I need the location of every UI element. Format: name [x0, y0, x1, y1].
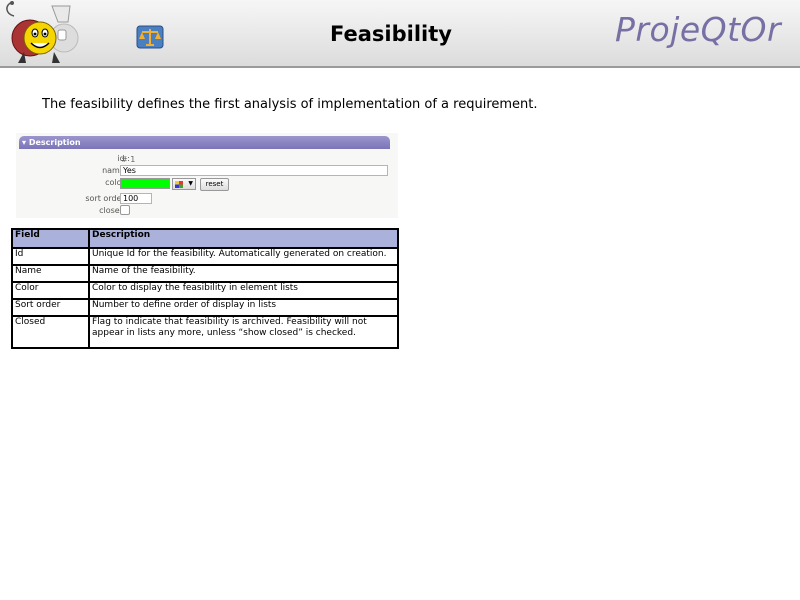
color-picker-button[interactable]: ▼: [172, 178, 196, 190]
sort-order-input[interactable]: 100: [120, 193, 152, 204]
page-header: Feasibility ProjeQtOr: [0, 0, 800, 68]
color-swatch[interactable]: [120, 178, 170, 189]
column-header-description: Description: [88, 228, 399, 249]
field-cell: Closed: [11, 315, 90, 349]
form-labels: id : name : color : sort order : closed …: [16, 133, 130, 218]
field-description-table: Field Description Id Unique Id for the f…: [11, 228, 399, 349]
chevron-down-icon: ▼: [188, 180, 193, 187]
intro-text: The feasibility defines the first analys…: [42, 97, 538, 112]
description-cell: Number to define order of display in lis…: [88, 298, 399, 317]
description-cell: Unique Id for the feasibility. Automatic…: [88, 247, 399, 266]
description-cell: Name of the feasibility.: [88, 264, 399, 283]
id-value: # 1: [121, 155, 136, 164]
reset-button[interactable]: reset: [200, 178, 229, 191]
field-cell: Id: [11, 247, 90, 266]
description-form: ▾ Description id : name : color : sort o…: [16, 133, 398, 218]
table-row: Closed Flag to indicate that feasibility…: [11, 315, 399, 349]
brand-logo-text: ProjeQtOr: [615, 10, 782, 49]
palette-icon: [175, 181, 183, 188]
column-header-field: Field: [11, 228, 90, 249]
field-cell: Color: [11, 281, 90, 300]
name-input[interactable]: Yes: [120, 165, 388, 176]
table-header-row: Field Description: [11, 228, 399, 249]
page-title: Feasibility: [330, 22, 452, 46]
table-row: Sort order Number to define order of dis…: [11, 298, 399, 317]
field-cell: Sort order: [11, 298, 90, 317]
balance-scale-icon: [134, 23, 168, 51]
description-cell: Flag to indicate that feasibility is arc…: [88, 315, 399, 349]
smiley-mascot-icon: [0, 0, 82, 66]
closed-checkbox[interactable]: [120, 205, 130, 215]
table-row: Id Unique Id for the feasibility. Automa…: [11, 247, 399, 266]
table-row: Color Color to display the feasibility i…: [11, 281, 399, 300]
description-cell: Color to display the feasibility in elem…: [88, 281, 399, 300]
field-cell: Name: [11, 264, 90, 283]
table-row: Name Name of the feasibility.: [11, 264, 399, 283]
